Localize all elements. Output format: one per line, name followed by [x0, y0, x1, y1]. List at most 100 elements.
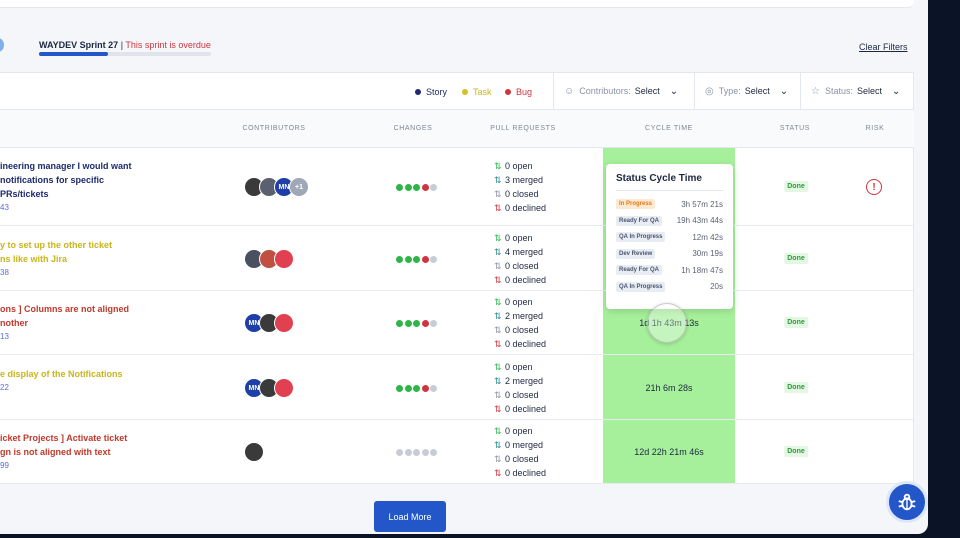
type-icon: ◎ — [705, 85, 714, 97]
pr-merged-label: 2 merged — [505, 376, 544, 386]
sprint-title: WAYDEV Sprint 27 | This sprint is overdu… — [39, 40, 211, 50]
table-row[interactable]: e display of the Notifications 22 MN ⇅ 0 ope… — [0, 355, 914, 420]
pr-open: ⇅ 0 open — [494, 231, 546, 245]
pr-open: ⇅ 0 open — [494, 159, 546, 173]
cycle-time-value[interactable]: 21h 6m 28s — [603, 383, 735, 393]
risk-alert-icon[interactable]: ! — [866, 179, 882, 195]
pull-requests: ⇅ 0 open ⇅ 4 merged ⇅ 0 closed ⇅ 0 declined — [494, 231, 546, 287]
contributor-avatars — [244, 442, 264, 462]
table-row[interactable]: ineering manager I would want notificatio… — [0, 148, 914, 226]
contributor-avatars: MN — [244, 378, 294, 398]
pr-open-label: 0 open — [505, 297, 533, 307]
change-dot — [396, 385, 403, 392]
pr-declined-icon: ⇅ — [494, 203, 502, 213]
pr-open: ⇅ 0 open — [494, 424, 546, 438]
type-filter[interactable]: ◎ Type: Select ⌄ — [694, 73, 800, 109]
pr-merged-icon: ⇅ — [494, 247, 502, 257]
tooltip-entry: In Progress 3h 57m 21s — [616, 196, 723, 213]
pr-merged-icon: ⇅ — [494, 311, 502, 321]
pull-requests: ⇅ 0 open ⇅ 0 merged ⇅ 0 closed ⇅ 0 declined — [494, 424, 546, 480]
sprint-progress-bar — [39, 52, 211, 56]
cursor-indicator — [647, 303, 687, 343]
table-row[interactable]: ons ] Columns are not aligned nother 13 MN ⇅… — [0, 291, 914, 355]
legend-dot — [415, 89, 421, 95]
filter-bar: Story Task Bug ☺ Contributors: Select ⌄ … — [0, 72, 914, 110]
pr-open-label: 0 open — [505, 161, 533, 171]
pr-closed-icon: ⇅ — [494, 454, 502, 464]
pull-requests: ⇅ 0 open ⇅ 2 merged ⇅ 0 closed ⇅ 0 declined — [494, 295, 546, 351]
tooltip-entry: Ready For QA 1h 18m 47s — [616, 262, 723, 279]
ticket-title-line: gn is not aligned with text — [0, 447, 111, 457]
contributors-filter-value: Select — [634, 86, 660, 96]
pr-merged-label: 3 merged — [505, 175, 544, 185]
change-dot — [430, 256, 437, 263]
avatar[interactable]: +1 — [289, 177, 309, 197]
avatar-initials: MN — [248, 384, 260, 392]
pr-closed-label: 0 closed — [505, 390, 539, 400]
pull-requests: ⇅ 0 open ⇅ 3 merged ⇅ 0 closed ⇅ 0 declined — [494, 159, 546, 215]
tooltip-duration: 30m 19s — [692, 249, 723, 259]
ticket-title[interactable]: ons ] Columns are not aligned nother 13 — [0, 302, 129, 344]
legend-label: Task — [473, 87, 492, 97]
contributor-avatars — [244, 249, 294, 269]
tooltip-status-label: Ready For QA — [616, 265, 663, 276]
pr-merged: ⇅ 3 merged — [494, 173, 546, 187]
pr-declined: ⇅ 0 declined — [494, 201, 546, 215]
status-badge: Done — [784, 181, 808, 192]
col-cycle-time[interactable]: CYCLE TIME — [645, 125, 693, 132]
pull-requests: ⇅ 0 open ⇅ 2 merged ⇅ 0 closed ⇅ 0 declined — [494, 360, 546, 416]
status-cycle-time-tooltip: Status Cycle Time In Progress 3h 57m 21s R… — [606, 164, 733, 309]
pr-closed: ⇅ 0 closed — [494, 388, 546, 402]
change-dot — [421, 449, 429, 456]
col-contributors[interactable]: CONTRIBUTORS — [242, 125, 305, 132]
ticket-title[interactable]: icket Projects ] Activate ticket gn is no… — [0, 431, 127, 473]
status-filter[interactable]: ☆ Status: Select ⌄ — [800, 73, 914, 109]
avatar[interactable] — [274, 378, 294, 398]
table-row[interactable]: y to set up the other ticket ns like with… — [0, 226, 914, 291]
tooltip-duration: 1h 18m 47s — [681, 265, 723, 275]
contributors-filter-label: Contributors: — [579, 86, 631, 96]
avatar[interactable] — [244, 442, 264, 462]
status-badge: Done — [784, 317, 808, 328]
col-risk[interactable]: RISK — [866, 125, 885, 132]
ticket-title[interactable]: ineering manager I would want notificatio… — [0, 159, 132, 215]
tooltip-entry: Ready For QA 19h 43m 44s — [616, 213, 723, 230]
col-changes[interactable]: CHANGES — [394, 125, 433, 132]
changes-indicator — [396, 385, 439, 392]
change-dot — [404, 256, 412, 263]
pr-closed-label: 0 closed — [505, 454, 539, 464]
bug-report-button[interactable] — [886, 481, 928, 523]
pr-merged-label: 2 merged — [505, 311, 544, 321]
table-row[interactable]: icket Projects ] Activate ticket gn is no… — [0, 420, 914, 484]
col-pull-requests[interactable]: PULL REQUESTS — [490, 125, 556, 132]
change-dot — [430, 385, 437, 392]
changes-indicator — [396, 256, 439, 263]
pr-closed-icon: ⇅ — [494, 390, 502, 400]
ticket-title-line: icket Projects ] Activate ticket — [0, 433, 128, 443]
ticket-title-line: y to set up the other ticket — [0, 240, 113, 250]
tooltip-status-label: Dev Review — [616, 248, 656, 259]
change-dot — [413, 320, 420, 327]
ticket-number: 13 — [0, 332, 9, 341]
tooltip-duration: 20s — [710, 282, 723, 292]
avatar[interactable] — [274, 313, 294, 333]
tooltip-duration: 19h 43m 44s — [676, 216, 723, 226]
clear-filters-link[interactable]: Clear Filters — [859, 42, 908, 52]
contributors-filter[interactable]: ☺ Contributors: Select ⌄ — [553, 73, 694, 109]
change-dot — [404, 449, 412, 456]
bug-icon — [898, 493, 916, 511]
avatar[interactable] — [274, 249, 294, 269]
contributor-avatars: MN — [244, 313, 294, 333]
cycle-time-value[interactable]: 12d 22h 21m 46s — [603, 447, 735, 457]
pr-open: ⇅ 0 open — [494, 360, 546, 374]
ticket-title-line: ineering manager I would want — [0, 161, 132, 171]
load-more-button[interactable]: Load More — [374, 501, 446, 532]
ticket-title[interactable]: e display of the Notifications 22 — [0, 367, 123, 395]
change-dot — [404, 385, 412, 392]
status-filter-value: Select — [856, 86, 882, 96]
change-dot — [430, 449, 437, 456]
ticket-title[interactable]: y to set up the other ticket ns like with… — [0, 238, 112, 280]
col-status[interactable]: STATUS — [780, 125, 810, 132]
pr-closed-label: 0 closed — [505, 189, 539, 199]
pr-open-icon: ⇅ — [494, 233, 502, 243]
